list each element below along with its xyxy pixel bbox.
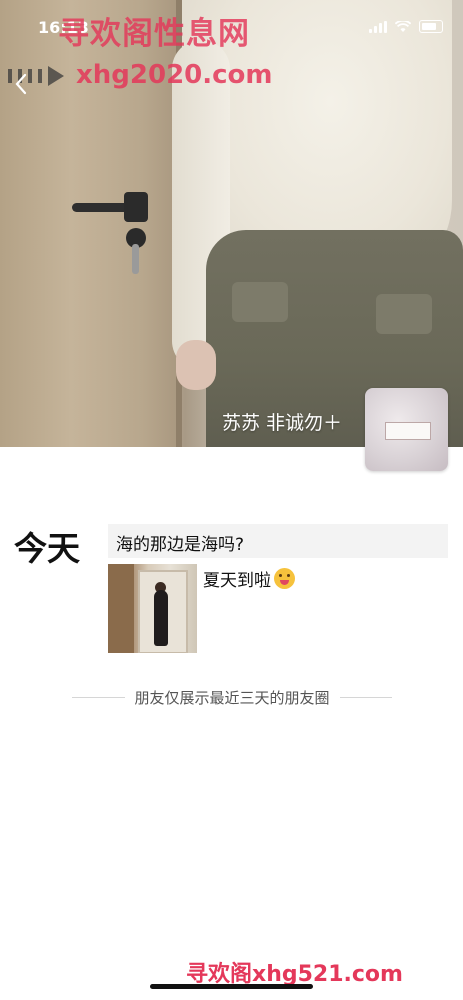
profile-name[interactable]: 苏苏 非诚勿＋ <box>222 408 342 435</box>
chevron-left-icon <box>15 73 27 95</box>
avatar-card-icon <box>385 422 431 440</box>
post-caption[interactable]: 夏天到啦 <box>203 566 295 591</box>
status-icons <box>369 20 443 33</box>
post-text-item[interactable]: 海的那边是海吗? <box>108 524 448 558</box>
divider-line-left <box>72 697 125 698</box>
avatar[interactable] <box>365 388 448 471</box>
watermark-top-url: xhg2020.com <box>76 60 273 90</box>
home-indicator[interactable] <box>150 984 313 989</box>
face-with-tongue-emoji-icon <box>274 568 295 589</box>
signal-icon <box>369 20 387 33</box>
door-handle-plate <box>124 192 148 222</box>
watermark-top-cn: 寻欢阁性息网 <box>58 16 250 52</box>
notice-text: 朋友仅展示最近三天的朋友圈 <box>134 689 330 707</box>
thumb-person <box>154 590 168 646</box>
skirt-pocket-left <box>232 282 288 322</box>
figure-hand <box>176 340 216 390</box>
wifi-icon <box>395 20 411 32</box>
thumb-door <box>108 564 134 653</box>
post-caption-text: 夏天到啦 <box>203 571 271 591</box>
date-label-today: 今天 <box>14 529 80 568</box>
post-thumbnail[interactable] <box>108 564 197 653</box>
back-button[interactable] <box>14 68 40 98</box>
door-key <box>132 244 139 274</box>
divider-line-right <box>339 697 393 698</box>
battery-icon <box>419 20 443 33</box>
skirt-pocket-right <box>376 294 432 334</box>
recent-three-days-notice: 朋友仅展示最近三天的朋友圈 <box>72 687 393 708</box>
post-text: 海的那边是海吗? <box>116 535 245 555</box>
